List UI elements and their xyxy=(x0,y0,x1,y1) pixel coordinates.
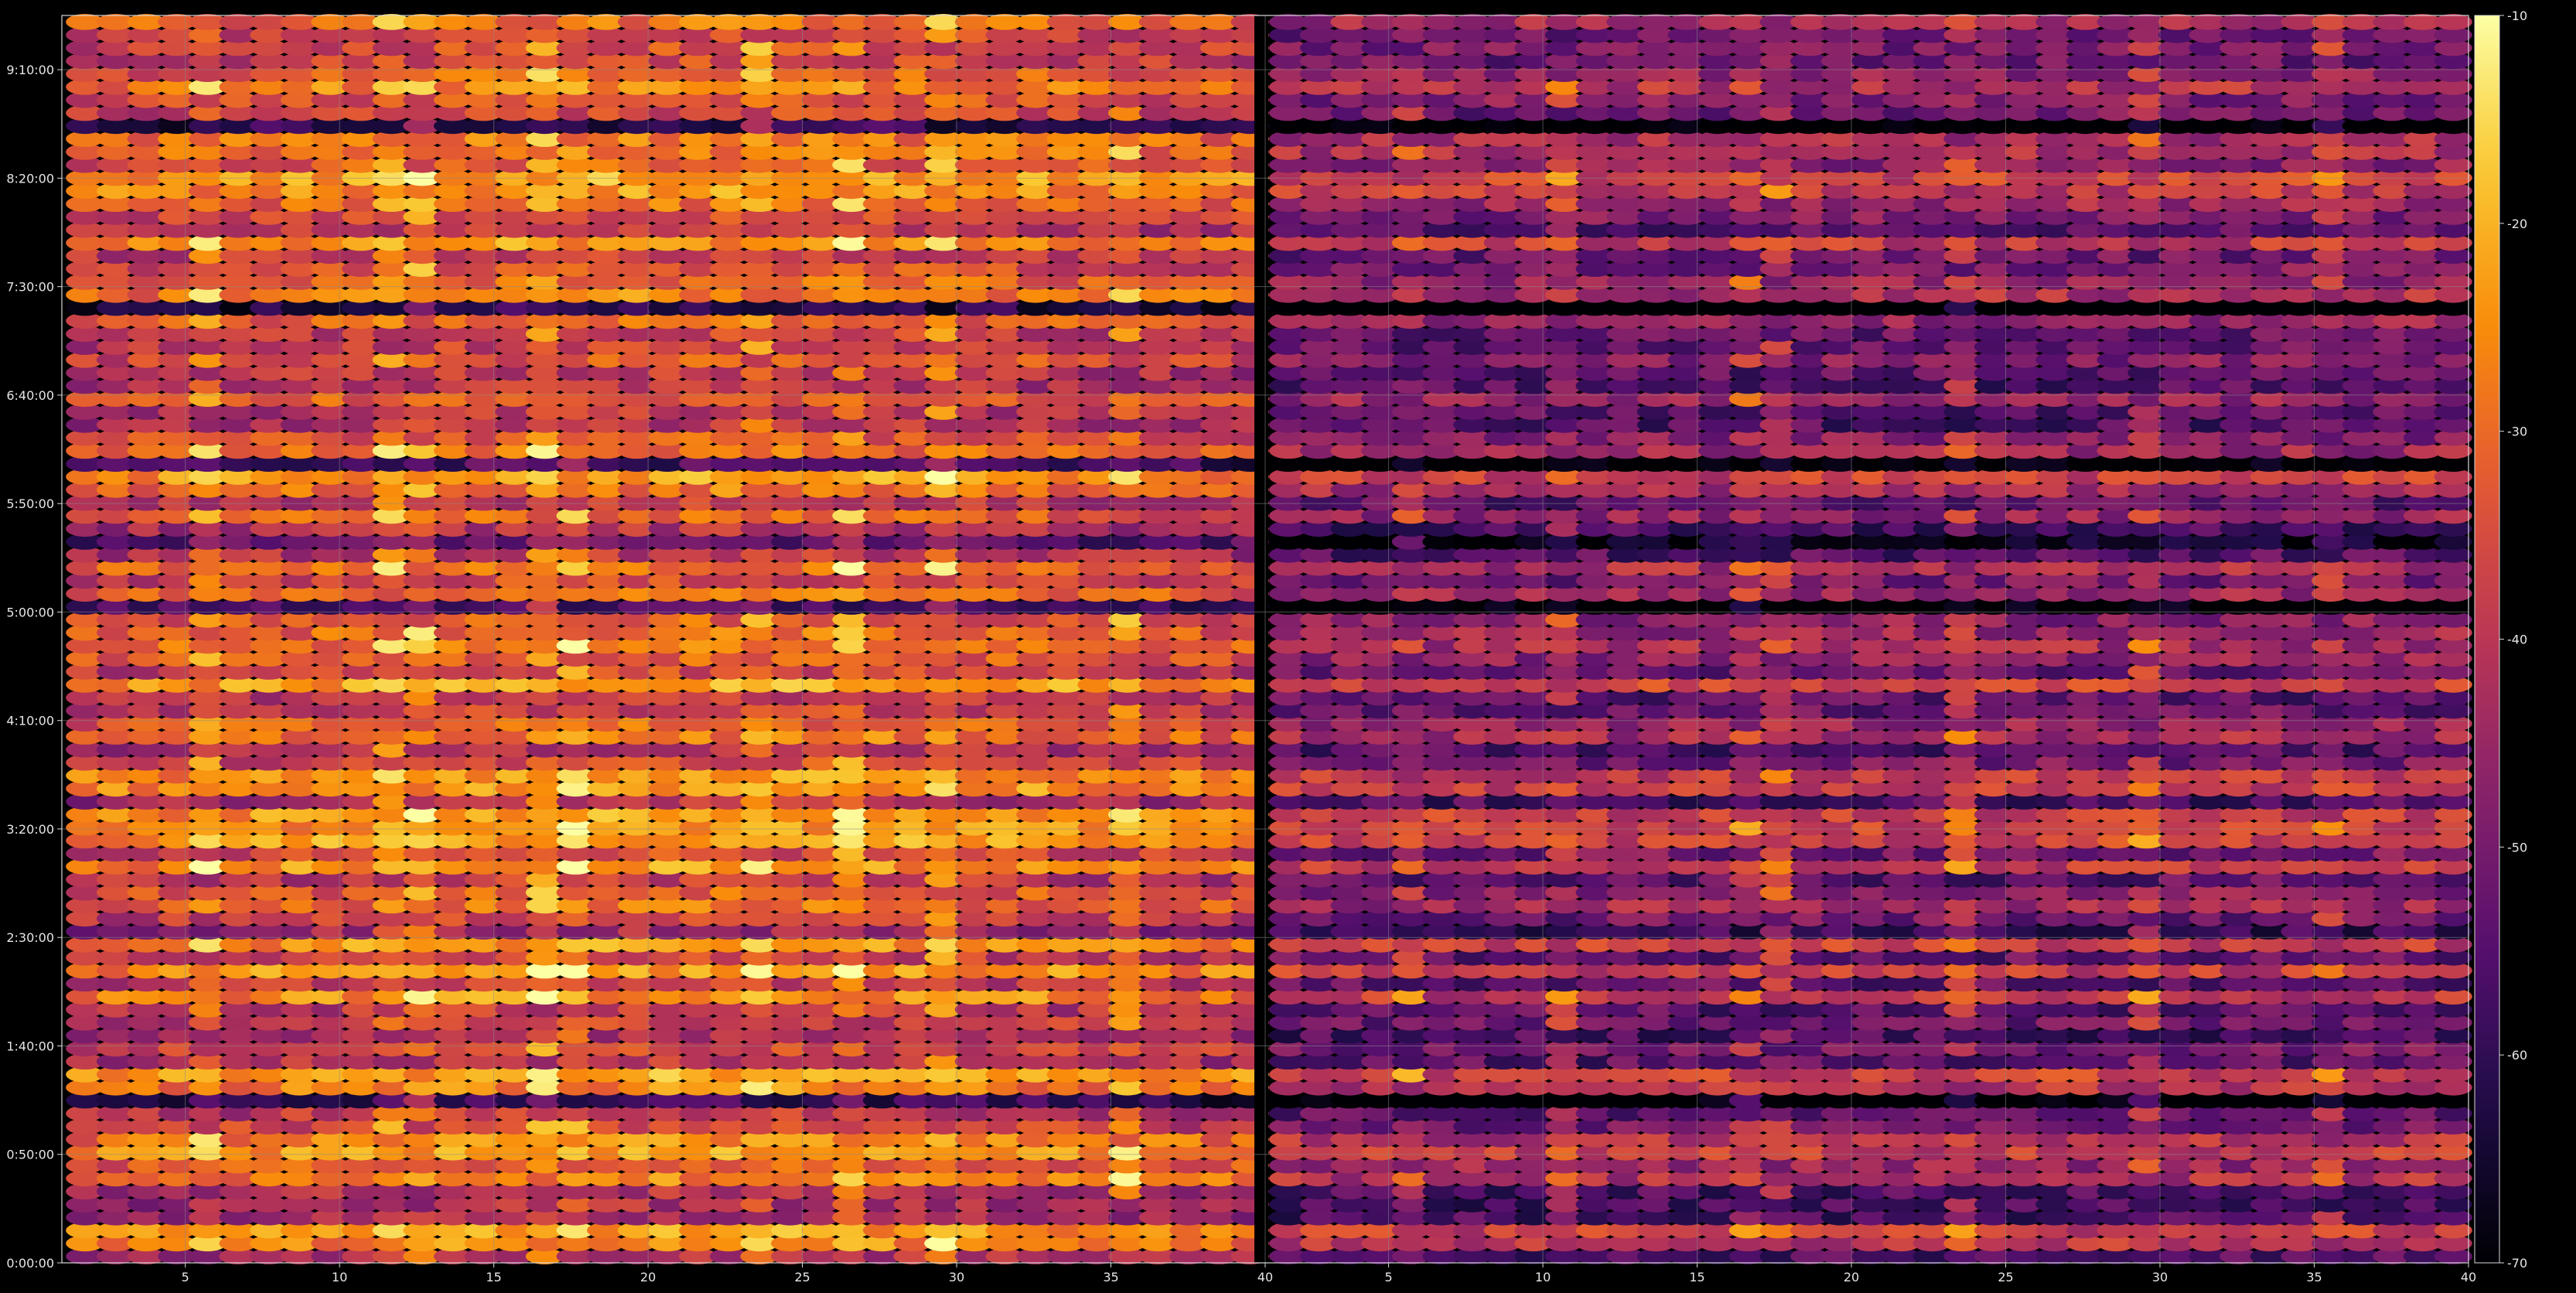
heatmap-chart: 5 10 15 20 25 30 35 40 5 10 15 20 25 30 35 40 0:00:000:… xyxy=(0,0,2576,1293)
